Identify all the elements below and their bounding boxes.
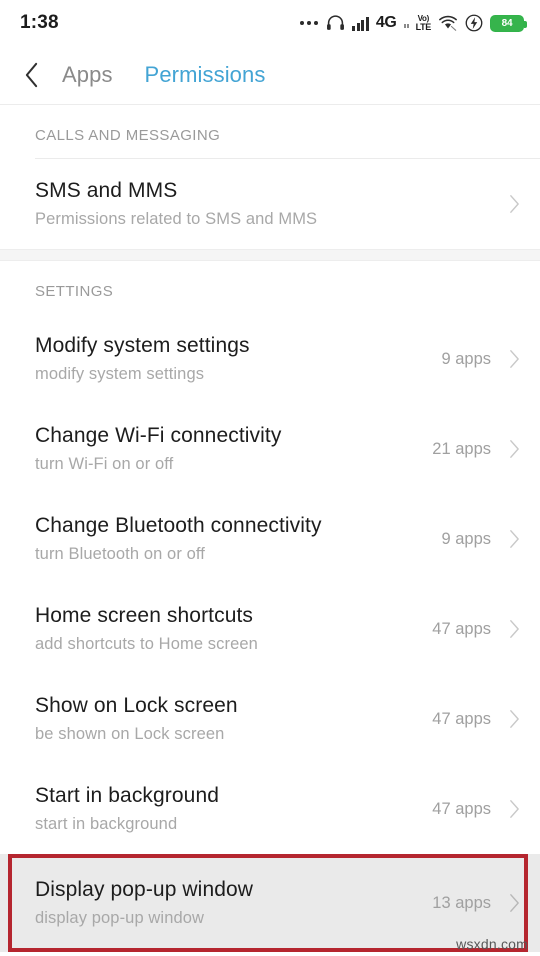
row-subtitle: modify system settings [35,365,205,384]
row-subtitle: turn Bluetooth on or off [35,545,205,564]
row-title: Modify system settings [35,334,250,358]
list-item-modify-system-settings[interactable]: Modify system settings modify system set… [0,314,540,404]
back-button[interactable] [0,46,62,105]
row-subtitle: start in background [35,815,178,834]
row-subtitle: be shown on Lock screen [35,725,225,744]
row-title: Change Bluetooth connectivity [35,514,322,538]
row-title: Display pop-up window [35,878,254,902]
row-count: 9 apps [441,349,491,368]
wifi-icon [439,15,457,31]
chevron-right-icon [510,710,519,728]
chevron-right-icon [510,620,519,638]
row-subtitle: add shortcuts to Home screen [35,635,258,654]
section-separator [0,249,540,261]
battery-level-text: 84 [501,17,513,29]
row-texts: SMS and MMS Permissions related to SMS a… [35,178,491,230]
header-tabs: Apps Permissions [62,62,265,88]
list-item-change-bluetooth-connectivity[interactable]: Change Bluetooth connectivity turn Bluet… [0,494,540,584]
tab-permissions[interactable]: Permissions [145,62,266,88]
permissions-list: CALLS AND MESSAGING SMS and MMS Permissi… [0,105,540,952]
row-count: 47 apps [432,619,491,638]
row-title: SMS and MMS [35,179,178,203]
section-settings: SETTINGS Modify system settings modify s… [0,261,540,952]
row-texts: Display pop-up window display pop-up win… [35,877,432,929]
list-item-change-wifi-connectivity[interactable]: Change Wi-Fi connectivity turn Wi-Fi on … [0,404,540,494]
status-bar: 1:38 4G Vo) LTE 84 [0,0,540,46]
list-item-home-screen-shortcuts[interactable]: Home screen shortcuts add shortcuts to H… [0,584,540,674]
row-count: 9 apps [441,529,491,548]
section-header-calls-and-messaging: CALLS AND MESSAGING [35,127,221,144]
row-title: Start in background [35,784,220,808]
chevron-right-icon [510,530,519,548]
chevron-right-icon [510,800,519,818]
status-icons-group: 4G Vo) LTE 84 [300,14,527,32]
row-texts: Change Wi-Fi connectivity turn Wi-Fi on … [35,423,432,475]
row-title: Change Wi-Fi connectivity [35,424,282,448]
chevron-right-icon [510,440,519,458]
tab-apps[interactable]: Apps [62,62,113,88]
row-texts: Home screen shortcuts add shortcuts to H… [35,603,432,655]
watermark: wsxdn.com [456,936,528,952]
signal-bars-secondary-icon [403,19,409,28]
row-texts: Show on Lock screen be shown on Lock scr… [35,693,432,745]
network-4g-label: 4G [375,14,397,31]
list-item-show-on-lock-screen[interactable]: Show on Lock screen be shown on Lock scr… [0,674,540,764]
status-time: 1:38 [20,12,59,33]
row-subtitle: turn Wi-Fi on or off [35,455,174,474]
volte-bottom-text: LTE [415,21,432,32]
more-dots-icon [300,21,319,25]
chevron-right-icon [510,350,519,368]
row-subtitle: display pop-up window [35,909,205,928]
chevron-right-icon [510,894,519,912]
row-texts: Start in background start in background [35,783,432,835]
flash-charging-icon [465,14,483,32]
row-title: Show on Lock screen [35,694,238,718]
volte-icon: Vo) LTE [415,14,432,32]
row-count: 13 apps [432,893,491,912]
section-calls-and-messaging: CALLS AND MESSAGING SMS and MMS Permissi… [0,105,540,249]
battery-icon: 84 [490,14,527,32]
headphones-icon [327,15,345,30]
app-header: Apps Permissions [0,46,540,105]
row-title: Home screen shortcuts [35,604,254,628]
back-chevron-icon [25,62,37,88]
chevron-right-icon [510,195,519,213]
row-count: 21 apps [432,439,491,458]
list-item-start-in-background[interactable]: Start in background start in background … [0,764,540,854]
row-count: 47 apps [432,799,491,818]
row-subtitle: Permissions related to SMS and MMS [35,210,318,229]
row-count: 47 apps [432,709,491,728]
row-texts: Modify system settings modify system set… [35,333,441,385]
signal-bars-icon [352,16,369,31]
list-item-sms-and-mms[interactable]: SMS and MMS Permissions related to SMS a… [0,159,540,249]
row-texts: Change Bluetooth connectivity turn Bluet… [35,513,441,565]
section-header-settings: SETTINGS [35,283,114,300]
